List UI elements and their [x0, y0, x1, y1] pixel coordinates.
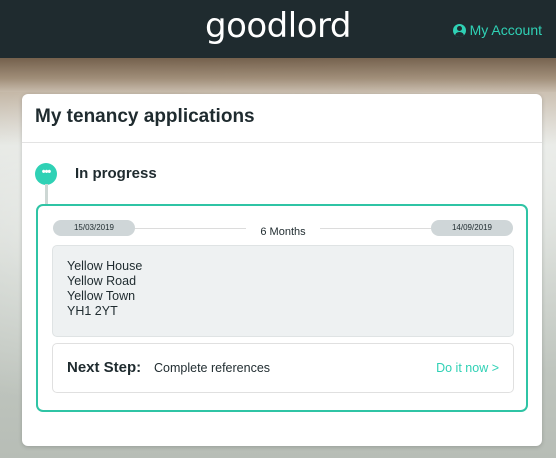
- address-postcode: YH1 2YT: [67, 304, 118, 318]
- background-beam: [0, 58, 556, 92]
- user-circle-icon: [452, 23, 466, 37]
- tenancy-applications-card: My tenancy applications ••• In progress …: [22, 94, 542, 446]
- title-divider: [22, 142, 542, 143]
- page-title: My tenancy applications: [35, 106, 255, 127]
- next-step-description: Complete references: [154, 361, 271, 375]
- next-step-panel: Next Step: Complete references Do it now…: [52, 343, 514, 393]
- tenancy-dates: 15/03/2019 6 Months 14/09/2019: [53, 220, 513, 238]
- application-card[interactable]: 15/03/2019 6 Months 14/09/2019 Yellow Ho…: [36, 204, 528, 412]
- status-heading: In progress: [75, 165, 157, 182]
- ellipsis-icon: •••: [35, 163, 57, 185]
- property-address: Yellow House Yellow Road Yellow Town YH1…: [52, 245, 514, 337]
- address-line-2: Yellow Road: [67, 274, 137, 288]
- address-line-1: Yellow House: [67, 259, 143, 273]
- top-navigation-bar: goodlord My Account: [0, 0, 556, 58]
- do-it-now-link[interactable]: Do it now >: [436, 361, 499, 375]
- end-date-badge: 14/09/2019: [431, 220, 513, 236]
- my-account-label: My Account: [469, 22, 542, 38]
- next-step-label: Next Step:: [67, 359, 142, 376]
- duration-label: 6 Months: [246, 226, 320, 238]
- address-line-3: Yellow Town: [67, 289, 136, 303]
- my-account-link[interactable]: My Account: [452, 22, 542, 38]
- address-lines: Yellow House Yellow Road Yellow Town YH1…: [67, 259, 142, 319]
